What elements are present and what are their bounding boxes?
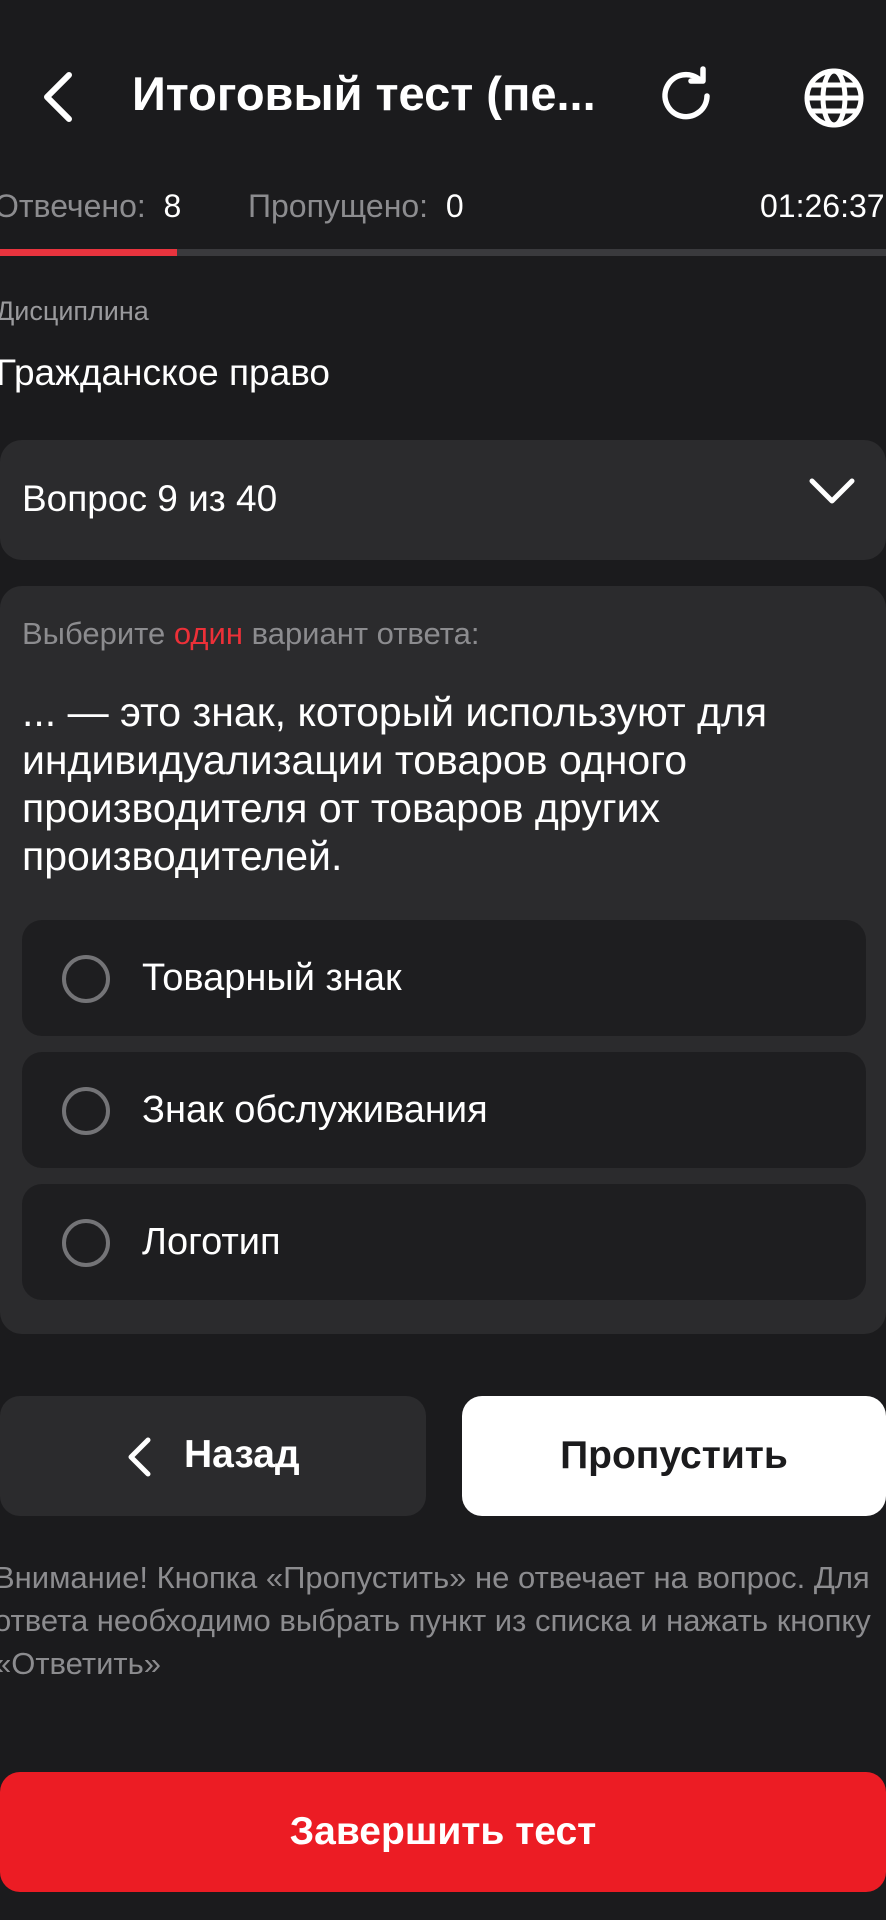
skipped-label: Пропущено:: [248, 188, 429, 224]
radio-button[interactable]: [62, 955, 110, 1003]
discipline-label: Дисциплина: [0, 296, 149, 326]
answer-option-label: Товарный знак: [142, 957, 402, 999]
question-selector-label: Вопрос 9 из 40: [22, 478, 278, 519]
header: Итоговый тест (пе...: [0, 0, 886, 200]
answered-count: Отвечено: 8: [0, 188, 181, 225]
answer-option-label: Знак обслуживания: [142, 1089, 488, 1131]
radio-button[interactable]: [62, 1219, 110, 1267]
answered-value: 8: [163, 188, 182, 224]
answer-option[interactable]: Логотип: [22, 1184, 866, 1300]
chevron-left-icon: [44, 72, 72, 122]
hint-text-start: Выберите: [22, 616, 174, 651]
progress-bar: [0, 249, 886, 256]
skipped-count: Пропущено: 0: [248, 188, 464, 225]
refresh-button[interactable]: [650, 60, 722, 132]
chevron-down-icon: [809, 478, 855, 504]
back-button[interactable]: Назад: [0, 1396, 426, 1516]
hint-text-end: вариант ответа:: [242, 616, 480, 651]
timer: 01:26:37: [760, 188, 885, 224]
question-text: ... — это знак, который используют для и…: [22, 689, 768, 879]
answered-label: Отвечено:: [0, 188, 146, 224]
finish-test-button[interactable]: Завершить тест: [0, 1772, 886, 1892]
skip-button[interactable]: Пропустить: [462, 1396, 886, 1516]
radio-button[interactable]: [62, 1087, 110, 1135]
page-title: Итоговый тест (пе...: [132, 67, 596, 120]
stats-bar: Отвечено: 8 Пропущено: 0 01:26:37: [0, 188, 886, 232]
skipped-value: 0: [445, 188, 464, 224]
answer-option-label: Логотип: [142, 1221, 281, 1263]
warning-text: Внимание! Кнопка «Пропустить» не отвечае…: [0, 1560, 871, 1681]
globe-icon: [804, 68, 864, 128]
back-button-label: Назад: [184, 1433, 300, 1476]
language-button[interactable]: [796, 60, 872, 136]
question-card: Выберите один вариант ответа: ... — это …: [0, 586, 886, 1334]
back-nav-button[interactable]: [22, 62, 92, 132]
question-hint: Выберите один вариант ответа:: [22, 616, 479, 652]
chevron-left-icon: [128, 1437, 151, 1477]
test-screen: Итоговый тест (пе... Отвечено: 8 Пропуще…: [0, 0, 886, 1920]
refresh-icon: [662, 66, 710, 120]
discipline-value: Гражданское право: [0, 352, 331, 393]
answer-option[interactable]: Товарный знак: [22, 920, 866, 1036]
progress-fill: [0, 249, 178, 256]
answer-option[interactable]: Знак обслуживания: [22, 1052, 866, 1168]
hint-accent: один: [173, 616, 243, 651]
question-selector[interactable]: Вопрос 9 из 40: [0, 440, 886, 560]
